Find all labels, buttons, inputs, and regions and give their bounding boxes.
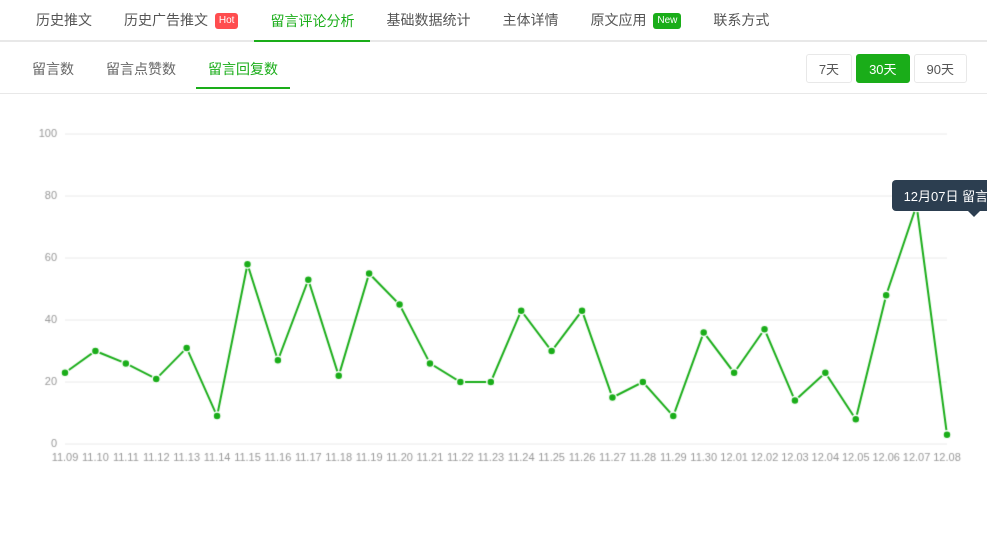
- time-range-selector: 7天 30天 90天: [806, 54, 967, 93]
- sub-tab-comment-likes[interactable]: 留言点赞数: [94, 59, 188, 89]
- sub-tabs-bar: 留言数 留言点赞数 留言回复数 7天 30天 90天: [0, 42, 987, 94]
- time-btn-90days[interactable]: 90天: [914, 54, 967, 83]
- chart-container: 12月07日 留言回复数:77: [0, 94, 987, 504]
- nav-item-subject-detail[interactable]: 主体详情: [486, 0, 574, 41]
- line-chart[interactable]: [20, 114, 967, 494]
- sub-tab-comment-count[interactable]: 留言数: [20, 59, 86, 89]
- nav-item-history-posts[interactable]: 历史推文: [20, 0, 108, 41]
- nav-item-ad-posts[interactable]: 历史广告推文 Hot: [108, 0, 254, 41]
- nav-item-contact[interactable]: 联系方式: [697, 0, 785, 41]
- nav-item-original-app[interactable]: 原文应用 New: [574, 0, 697, 41]
- hot-badge: Hot: [215, 13, 239, 29]
- new-badge: New: [653, 13, 681, 29]
- time-btn-30days[interactable]: 30天: [856, 54, 909, 83]
- nav-item-comment-analysis[interactable]: 留言评论分析: [254, 0, 370, 42]
- nav-item-basic-stats[interactable]: 基础数据统计: [370, 0, 486, 41]
- sub-tab-comment-replies[interactable]: 留言回复数: [196, 59, 290, 89]
- top-nav: 历史推文 历史广告推文 Hot 留言评论分析 基础数据统计 主体详情 原文应用 …: [0, 0, 987, 42]
- time-btn-7days[interactable]: 7天: [806, 54, 852, 83]
